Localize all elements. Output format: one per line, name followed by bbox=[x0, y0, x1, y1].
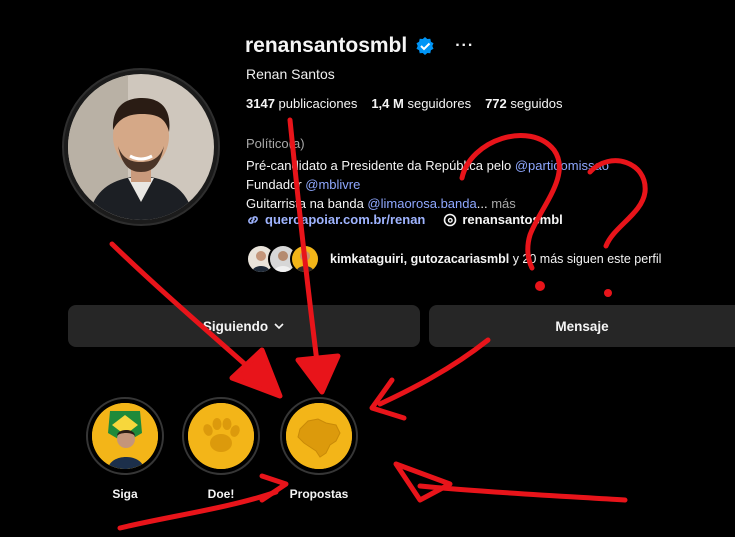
annotation-dot bbox=[535, 281, 545, 291]
threads-link[interactable]: renansantosmbl bbox=[443, 212, 563, 227]
bio-mention-link[interactable]: @limaorosa.banda bbox=[367, 196, 476, 211]
highlight-cover bbox=[286, 403, 352, 469]
link-icon bbox=[248, 215, 258, 224]
following-count[interactable]: 772 seguidos bbox=[485, 96, 562, 111]
chevron-down-icon bbox=[274, 323, 284, 330]
threads-icon bbox=[444, 213, 457, 226]
full-name: Renan Santos bbox=[246, 66, 335, 82]
highlight-label: Propostas bbox=[289, 487, 349, 501]
highlight-ring bbox=[86, 397, 164, 475]
highlight-siga[interactable]: Siga bbox=[84, 397, 166, 501]
bio-mention-link[interactable]: @mblivre bbox=[305, 177, 360, 192]
followers-count[interactable]: 1,4 M seguidores bbox=[371, 96, 471, 111]
profile-stats: 3147 publicaciones 1,4 M seguidores 772 … bbox=[246, 96, 562, 111]
profile-bio: Pré-candidato a Presidente da República … bbox=[246, 156, 609, 213]
annotation-arrowhead bbox=[369, 377, 407, 421]
following-button[interactable]: Siguiendo bbox=[68, 305, 420, 347]
highlight-ring bbox=[182, 397, 260, 475]
annotation-arrowhead bbox=[229, 347, 283, 399]
followed-by[interactable]: kimkataguiri, gutozacariasmbl y 20 más s… bbox=[246, 244, 661, 274]
more-link[interactable]: más bbox=[491, 196, 516, 211]
more-options-icon[interactable]: ··· bbox=[455, 37, 474, 55]
profile-photo bbox=[68, 74, 214, 220]
brazil-map-icon bbox=[286, 403, 352, 469]
paw-icon bbox=[188, 403, 254, 469]
annotation-arrow bbox=[417, 483, 628, 503]
external-link[interactable]: queroapoiar.com.br/renan bbox=[246, 212, 425, 227]
follower-avatar bbox=[290, 244, 320, 274]
highlight-label: Doe! bbox=[207, 487, 235, 501]
highlight-label: Siga bbox=[112, 487, 138, 501]
bio-line-3: Guitarrista na banda @limaorosa.banda...… bbox=[246, 196, 516, 211]
annotation-arrowhead bbox=[393, 461, 453, 503]
annotation-arrowhead bbox=[295, 353, 341, 395]
profile-category: Político(a) bbox=[246, 136, 305, 151]
bio-mention-link[interactable]: @partidomissao bbox=[515, 158, 609, 173]
annotation-dot bbox=[604, 289, 612, 297]
highlight-cover bbox=[188, 403, 254, 469]
highlight-ring bbox=[280, 397, 358, 475]
bio-line-2: Fundador @mblivre bbox=[246, 177, 361, 192]
followed-by-text: kimkataguiri, gutozacariasmbl y 20 más s… bbox=[330, 252, 662, 266]
username: renansantosmbl bbox=[245, 34, 408, 57]
bio-line-1: Pré-candidato a Presidente da República … bbox=[246, 158, 609, 173]
highlight-cover bbox=[92, 403, 158, 469]
profile-avatar[interactable] bbox=[62, 68, 220, 226]
message-button[interactable]: Mensaje bbox=[429, 305, 735, 347]
highlight-propostas[interactable]: Propostas bbox=[278, 397, 360, 501]
verified-badge-icon bbox=[416, 37, 434, 55]
highlight-doe[interactable]: Doe! bbox=[180, 397, 262, 501]
username-row: renansantosmbl ··· bbox=[245, 34, 474, 58]
profile-links: queroapoiar.com.br/renan renansantosmbl bbox=[246, 212, 563, 227]
posts-count: 3147 publicaciones bbox=[246, 96, 358, 111]
annotation-arrow bbox=[377, 337, 491, 407]
